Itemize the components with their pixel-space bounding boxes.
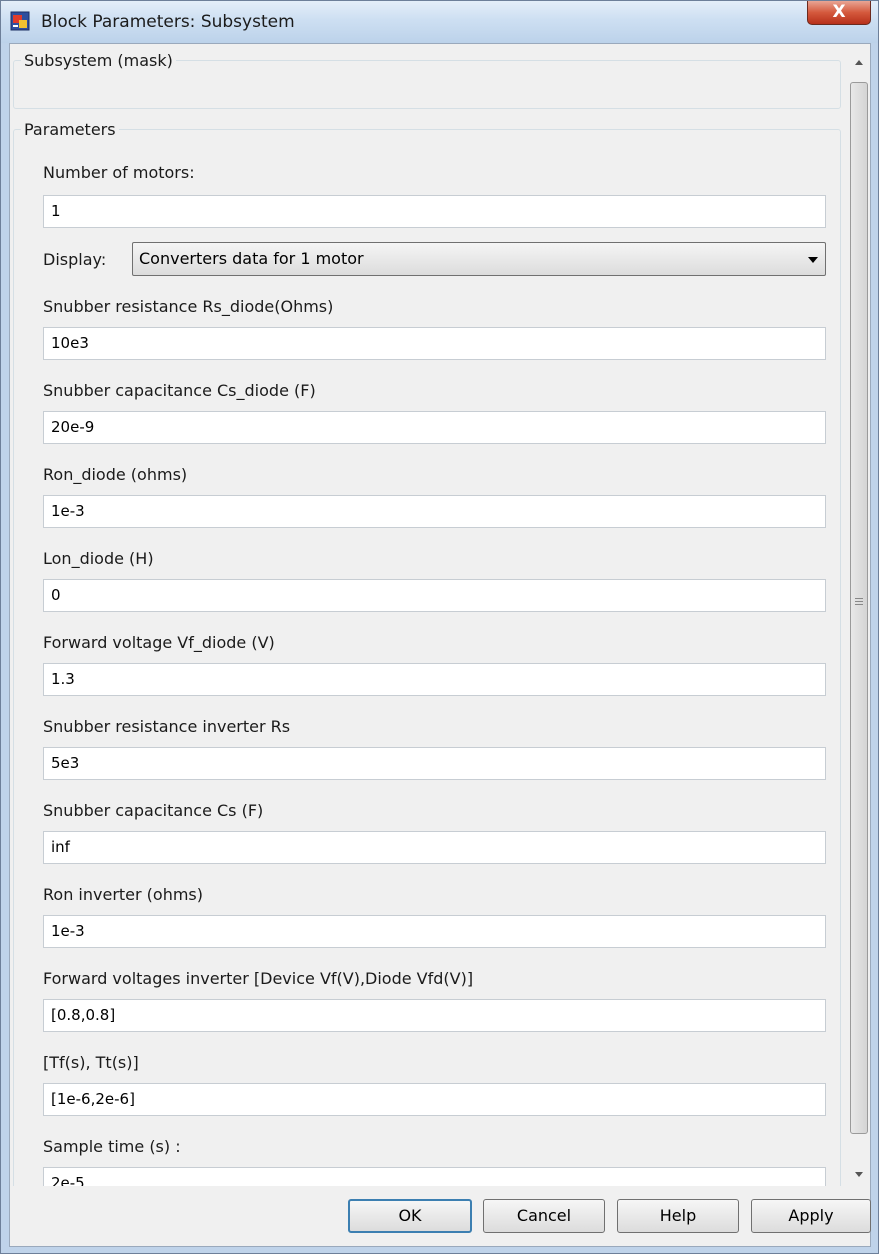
display-dropdown[interactable]: Converters data for 1 motor	[132, 242, 826, 276]
rs-diode-input[interactable]: 10e3	[43, 327, 826, 360]
cancel-button[interactable]: Cancel	[483, 1199, 605, 1233]
display-label: Display:	[43, 250, 107, 269]
vertical-scrollbar[interactable]	[849, 51, 869, 1186]
scroll-up-button[interactable]	[849, 51, 869, 73]
dialog-window: Block Parameters: Subsystem X Subsystem …	[0, 0, 879, 1254]
tf-tt-label: [Tf(s), Tt(s)]	[43, 1053, 139, 1072]
scroll-down-arrow-icon	[855, 1172, 863, 1177]
mask-group: Subsystem (mask)	[13, 51, 841, 109]
grip-icon	[855, 598, 863, 607]
vf-diode-label: Forward voltage Vf_diode (V)	[43, 633, 275, 652]
sample-time-input[interactable]: 2e-5	[43, 1167, 826, 1186]
ron-diode-input[interactable]: 1e-3	[43, 495, 826, 528]
mask-group-legend: Subsystem (mask)	[24, 51, 173, 70]
rs-diode-label: Snubber resistance Rs_diode(Ohms)	[43, 297, 334, 316]
rs-inverter-input[interactable]: 5e3	[43, 747, 826, 780]
vf-inverter-input[interactable]: [0.8,0.8]	[43, 999, 826, 1032]
vf-inverter-label: Forward voltages inverter [Device Vf(V),…	[43, 969, 474, 988]
display-dropdown-value: Converters data for 1 motor	[139, 249, 364, 268]
ok-button[interactable]: OK	[348, 1199, 472, 1233]
tf-tt-input[interactable]: [1e-6,2e-6]	[43, 1083, 826, 1116]
cs-input[interactable]: inf	[43, 831, 826, 864]
cs-diode-input[interactable]: 20e-9	[43, 411, 826, 444]
close-icon: X	[832, 2, 846, 22]
vf-diode-input[interactable]: 1.3	[43, 663, 826, 696]
apply-button[interactable]: Apply	[751, 1199, 871, 1233]
sample-time-label: Sample time (s) :	[43, 1137, 181, 1156]
ron-diode-label: Ron_diode (ohms)	[43, 465, 188, 484]
chevron-down-icon	[808, 257, 818, 263]
ron-inverter-input[interactable]: 1e-3	[43, 915, 826, 948]
lon-diode-label: Lon_diode (H)	[43, 549, 154, 568]
lon-diode-input[interactable]: 0	[43, 579, 826, 612]
parameters-group-legend: Parameters	[24, 120, 116, 139]
window-title: Block Parameters: Subsystem	[41, 12, 295, 32]
scrollbar-thumb[interactable]	[850, 82, 868, 1134]
help-button[interactable]: Help	[617, 1199, 739, 1233]
simulink-block-icon	[10, 11, 30, 31]
title-bar[interactable]: Block Parameters: Subsystem X	[1, 1, 878, 43]
scroll-down-button[interactable]	[849, 1164, 869, 1186]
scroll-up-arrow-icon	[855, 60, 863, 65]
number-of-motors-label: Number of motors:	[43, 163, 195, 182]
ron-inverter-label: Ron inverter (ohms)	[43, 885, 204, 904]
cs-label: Snubber capacitance Cs (F)	[43, 801, 264, 820]
number-of-motors-input[interactable]: 1	[43, 195, 826, 228]
close-button[interactable]: X	[807, 1, 871, 25]
rs-inverter-label: Snubber resistance inverter Rs	[43, 717, 291, 736]
cs-diode-label: Snubber capacitance Cs_diode (F)	[43, 381, 316, 400]
parameters-scroll-area[interactable]: Subsystem (mask) Parameters Number of mo…	[13, 51, 845, 1186]
